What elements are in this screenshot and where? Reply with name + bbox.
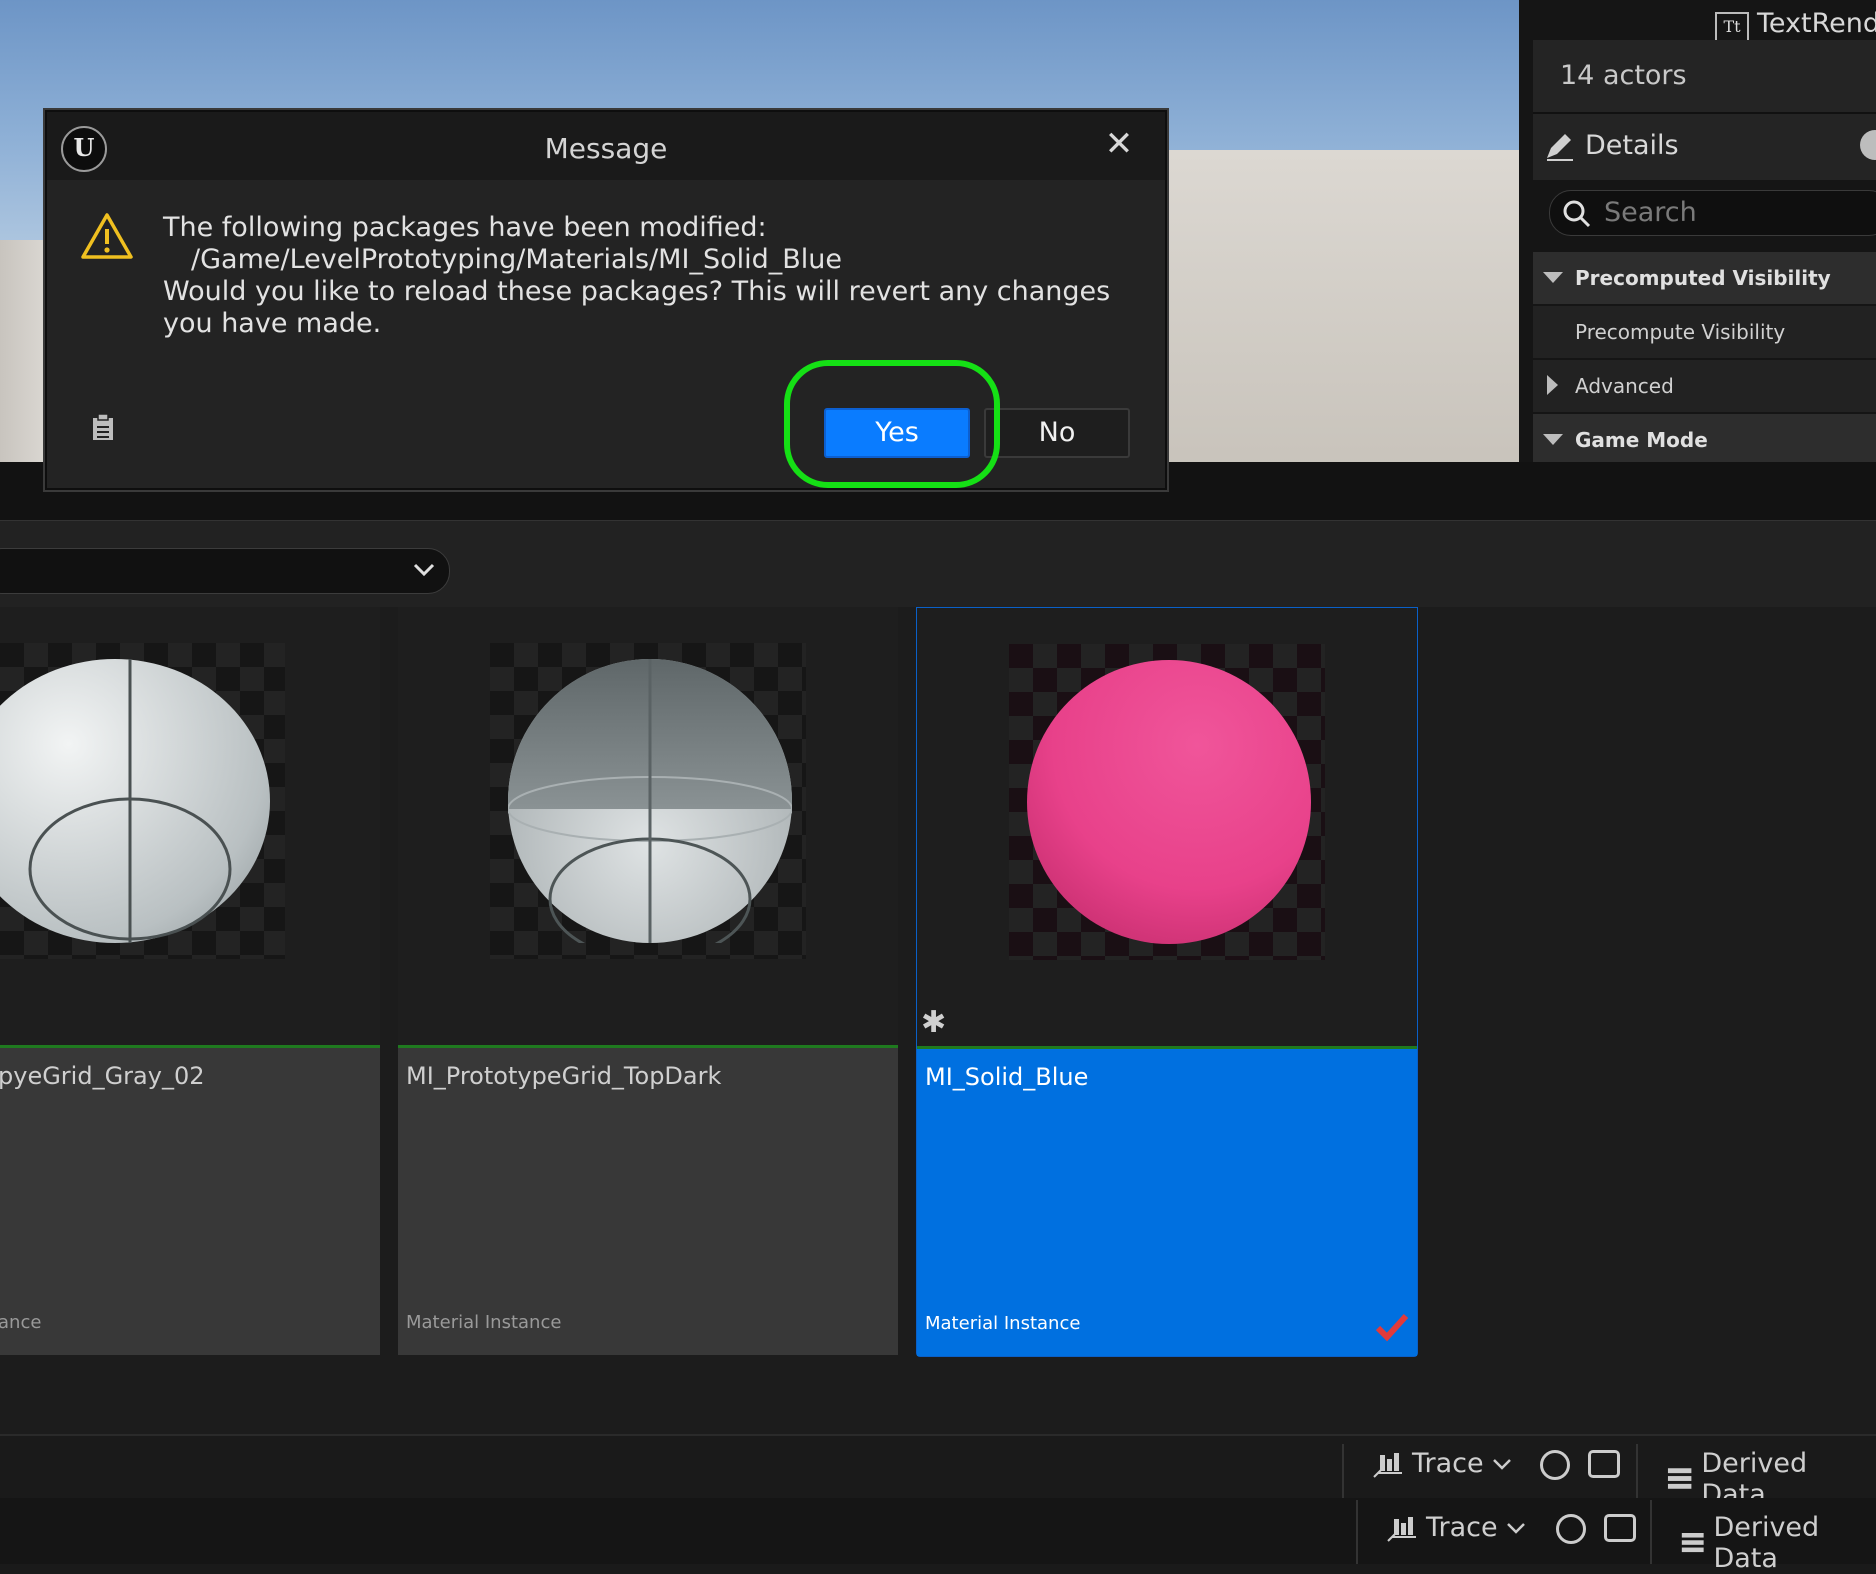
derived-data-button[interactable]: Derived Data: [1680, 1512, 1876, 1574]
outliner-item-label: TextRender: [1757, 8, 1876, 39]
category-precomputed-visibility[interactable]: Precomputed Visibility: [1533, 250, 1876, 304]
category-label: Advanced: [1575, 374, 1674, 398]
actors-count: 14 actors: [1560, 60, 1687, 91]
property-label: Precompute Visibility: [1575, 320, 1786, 344]
path-dropdown[interactable]: [0, 548, 450, 594]
asset-thumbnail: [0, 643, 285, 959]
search-icon: [1563, 200, 1591, 228]
divider: [1650, 1500, 1652, 1564]
message-package-path: /Game/LevelPrototyping/Materials/MI_Soli…: [191, 244, 842, 275]
category-label: Game Mode: [1575, 428, 1708, 452]
settings-icon[interactable]: [1860, 130, 1876, 160]
grid-lines-graphic: [508, 659, 792, 943]
derived-data-label: Derived Data: [1713, 1512, 1820, 1574]
material-sphere-preview: [1027, 660, 1311, 944]
trace-label: Trace: [1412, 1448, 1484, 1479]
trace-chart-icon: [1387, 1516, 1416, 1542]
message-line: Would you like to reload these packages?…: [163, 276, 1111, 339]
asset-name: pyeGrid_Gray_02: [0, 1062, 205, 1090]
asset-info: pyeGrid_Gray_02 ance: [0, 1048, 380, 1355]
asset-type: Material Instance: [925, 1313, 1081, 1334]
material-sphere-preview: [0, 659, 270, 943]
details-tab[interactable]: Details: [1533, 112, 1876, 180]
trace-dropdown[interactable]: Trace: [1386, 1512, 1526, 1543]
dialog-title: Message: [544, 132, 668, 165]
asset-thumbnail: [1009, 644, 1325, 960]
message-line: The following packages have been modifie…: [163, 212, 767, 243]
category-game-mode[interactable]: Game Mode: [1533, 412, 1876, 466]
chevron-down-icon: [1492, 1458, 1511, 1470]
text-render-icon: Tt: [1715, 12, 1749, 42]
asset-tile[interactable]: pyeGrid_Gray_02 ance: [0, 607, 380, 1355]
dialog-message: The following packages have been modifie…: [163, 212, 1123, 340]
derived-data-icon: [1667, 1468, 1692, 1489]
trace-label: Trace: [1426, 1512, 1498, 1543]
details-title: Details: [1585, 130, 1679, 161]
highlight-annotation: [784, 360, 1000, 488]
category-label: Precomputed Visibility: [1575, 266, 1831, 290]
status-bar-secondary: Trace Derived Data: [0, 1498, 1876, 1574]
property-precompute-visibility[interactable]: Precompute Visibility: [1533, 304, 1876, 358]
snapshot-icon[interactable]: [1588, 1450, 1620, 1478]
no-button[interactable]: No: [984, 408, 1130, 458]
asset-type: ance: [0, 1312, 42, 1333]
details-pencil-icon: [1547, 134, 1573, 161]
status-bar: Trace Derived Data: [0, 1434, 1876, 1510]
derived-data-icon: [1681, 1533, 1704, 1553]
warning-icon: [81, 213, 133, 259]
divider: [1356, 1500, 1358, 1564]
category-advanced[interactable]: Advanced: [1533, 358, 1876, 412]
divider: [1342, 1444, 1344, 1500]
chevron-right-icon: [1547, 375, 1558, 395]
asset-info: MI_PrototypeGrid_TopDark Material Instan…: [398, 1048, 898, 1355]
material-sphere-preview: [508, 659, 792, 943]
chevron-down-icon: [413, 563, 435, 577]
asset-tile-selected[interactable]: ✱ MI_Solid_Blue Material Instance: [916, 607, 1418, 1357]
chevron-down-icon: [1543, 434, 1563, 445]
details-side-panel: Tt TextRender 14 actors Details Search P…: [1519, 0, 1876, 466]
modified-asterisk-icon: ✱: [921, 1005, 947, 1040]
asset-type: Material Instance: [406, 1312, 562, 1333]
close-icon[interactable]: ✕: [1099, 124, 1139, 164]
dialog-title-bar[interactable]: U Message ✕: [47, 112, 1165, 180]
chevron-down-icon: [1543, 272, 1563, 283]
clipboard-icon[interactable]: [91, 412, 115, 442]
snapshot-icon[interactable]: [1604, 1514, 1636, 1542]
divider: [1636, 1444, 1638, 1500]
asset-thumbnail: [490, 643, 806, 959]
checkmark-icon: [1375, 1313, 1409, 1342]
trace-dropdown[interactable]: Trace: [1372, 1448, 1512, 1479]
search-placeholder: Search: [1604, 197, 1697, 228]
record-stats-icon[interactable]: [1556, 1514, 1586, 1544]
details-search-input[interactable]: Search: [1549, 190, 1876, 236]
actors-count-bar: 14 actors: [1533, 40, 1876, 112]
asset-tile[interactable]: MI_PrototypeGrid_TopDark Material Instan…: [398, 607, 898, 1355]
asset-info: MI_Solid_Blue Material Instance: [917, 1049, 1417, 1356]
chevron-down-icon: [1506, 1522, 1525, 1534]
trace-chart-icon: [1373, 1452, 1402, 1478]
record-stats-icon[interactable]: [1540, 1450, 1570, 1480]
grid-lines-graphic: [28, 659, 232, 943]
asset-name: MI_Solid_Blue: [925, 1063, 1089, 1091]
asset-name: MI_PrototypeGrid_TopDark: [406, 1062, 722, 1090]
